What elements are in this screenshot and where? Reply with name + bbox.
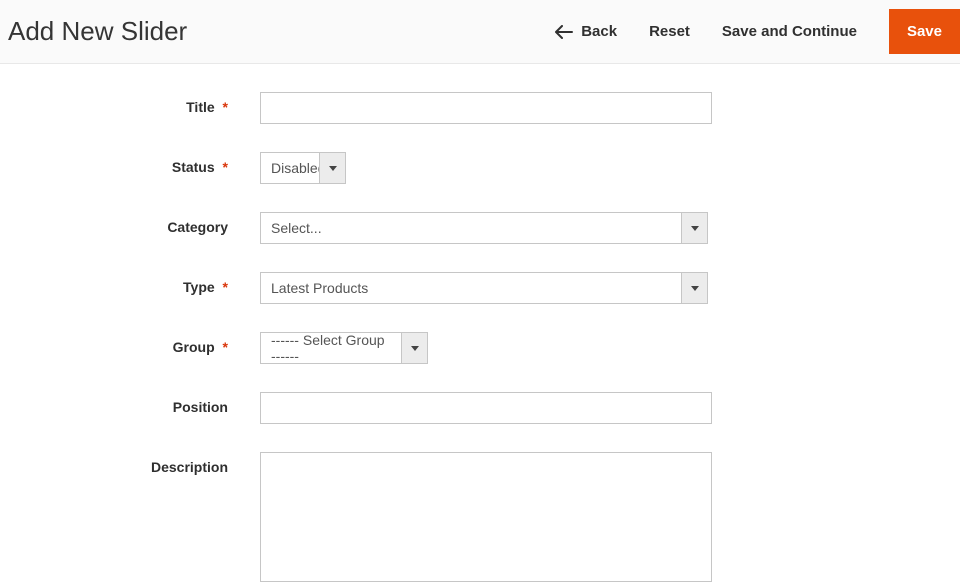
cell-status: Disabled xyxy=(238,152,346,184)
save-continue-button[interactable]: Save and Continue xyxy=(722,23,857,40)
required-star-icon: * xyxy=(223,159,228,175)
title-input[interactable] xyxy=(260,92,712,124)
label-description: Description xyxy=(0,452,238,475)
group-select-value: ------ Select Group ------ xyxy=(261,333,401,363)
cell-position xyxy=(238,392,712,424)
type-select-value: Latest Products xyxy=(261,273,681,303)
label-position: Position xyxy=(0,392,238,415)
row-category: Category Select... xyxy=(0,212,960,244)
row-position: Position xyxy=(0,392,960,424)
chevron-down-icon xyxy=(681,273,707,303)
label-description-text: Description xyxy=(151,459,228,475)
back-label: Back xyxy=(581,23,617,40)
required-star-icon: * xyxy=(223,99,228,115)
chevron-down-icon xyxy=(319,153,345,183)
chevron-down-icon xyxy=(681,213,707,243)
status-select[interactable]: Disabled xyxy=(260,152,346,184)
back-button[interactable]: Back xyxy=(555,23,617,40)
reset-label: Reset xyxy=(649,23,690,40)
page-header: Add New Slider Back Reset Save and Conti… xyxy=(0,0,960,64)
cell-title xyxy=(238,92,712,124)
form-area: Title * Status * Disabled Category Selec… xyxy=(0,64,960,587)
save-continue-label: Save and Continue xyxy=(722,23,857,40)
row-title: Title * xyxy=(0,92,960,124)
cell-category: Select... xyxy=(238,212,708,244)
category-select-value: Select... xyxy=(261,213,681,243)
arrow-left-icon xyxy=(555,25,573,39)
position-input[interactable] xyxy=(260,392,712,424)
label-type: Type * xyxy=(0,272,238,295)
label-type-text: Type xyxy=(183,279,215,295)
label-group-text: Group xyxy=(173,339,215,355)
page-title: Add New Slider xyxy=(8,16,187,47)
status-select-value: Disabled xyxy=(261,153,319,183)
required-star-icon: * xyxy=(223,339,228,355)
chevron-down-icon xyxy=(401,333,427,363)
row-type: Type * Latest Products xyxy=(0,272,960,304)
cell-type: Latest Products xyxy=(238,272,708,304)
label-title: Title * xyxy=(0,92,238,115)
cell-description xyxy=(238,452,712,587)
required-star-icon: * xyxy=(223,279,228,295)
type-select[interactable]: Latest Products xyxy=(260,272,708,304)
description-textarea[interactable] xyxy=(260,452,712,582)
label-group: Group * xyxy=(0,332,238,355)
label-category-text: Category xyxy=(167,219,228,235)
group-select[interactable]: ------ Select Group ------ xyxy=(260,332,428,364)
row-group: Group * ------ Select Group ------ xyxy=(0,332,960,364)
cell-group: ------ Select Group ------ xyxy=(238,332,428,364)
label-status-text: Status xyxy=(172,159,215,175)
reset-button[interactable]: Reset xyxy=(649,23,690,40)
row-description: Description xyxy=(0,452,960,587)
label-status: Status * xyxy=(0,152,238,175)
label-title-text: Title xyxy=(186,99,215,115)
category-select[interactable]: Select... xyxy=(260,212,708,244)
header-actions: Back Reset Save and Continue Save xyxy=(555,9,960,54)
label-category: Category xyxy=(0,212,238,235)
label-position-text: Position xyxy=(173,399,228,415)
row-status: Status * Disabled xyxy=(0,152,960,184)
save-button[interactable]: Save xyxy=(889,9,960,54)
